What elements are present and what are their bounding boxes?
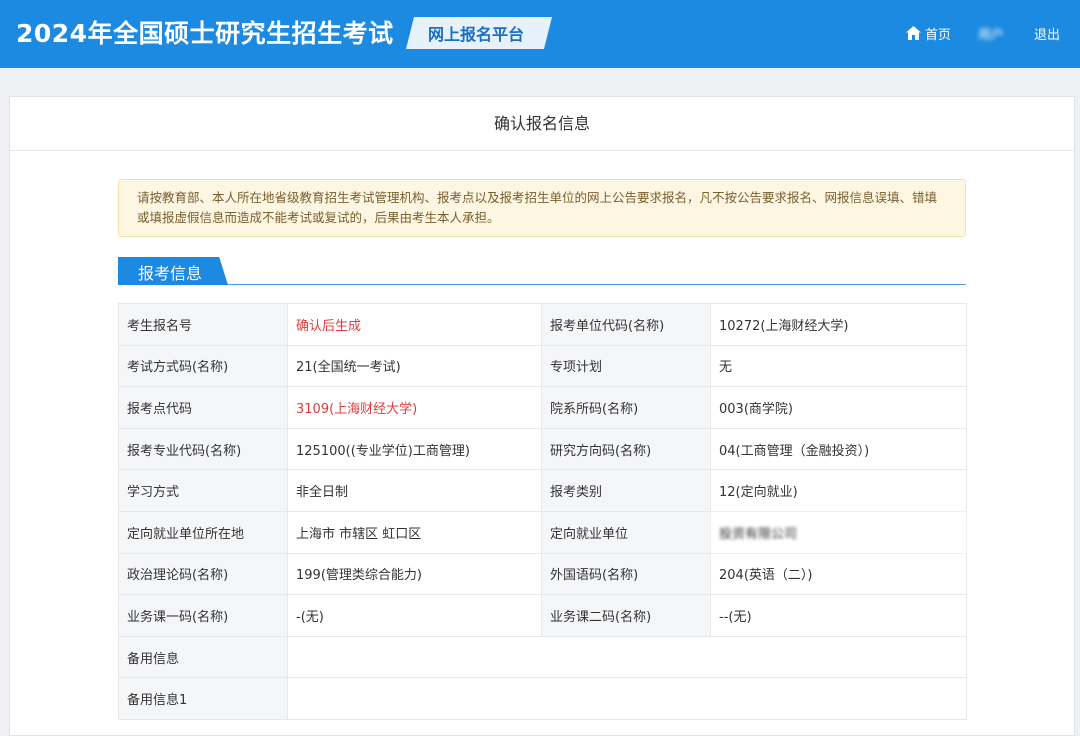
field-label: 报考类别 <box>541 469 711 512</box>
top-bar: 2024年全国硕士研究生招生考试 网上报名平台 首页 用户 退出 <box>0 0 1080 68</box>
table-row: 考试方式码(名称) 21(全国统一考试) 专项计划无 <box>118 344 967 388</box>
field-value: 204(英语（二）) <box>710 552 967 596</box>
field-label: 定向就业单位所在地 <box>118 510 288 554</box>
field-value: 确认后生成 <box>287 303 542 346</box>
field-value <box>287 635 967 679</box>
table-row: 定向就业单位所在地 上海市 市辖区 虹口区 定向就业单位 投资有限公司 <box>118 510 967 554</box>
field-label: 备用信息1 <box>118 677 288 720</box>
field-label: 报考点代码 <box>118 386 288 429</box>
field-value: 199(管理类综合能力) <box>287 552 542 596</box>
field-value: 125100((专业学位)工商管理) <box>287 427 542 471</box>
info-table: 考生报名号 确认后生成 报考单位代码(名称) 10272(上海财经大学) 考试方式码(名… <box>118 303 967 720</box>
field-value <box>287 677 967 720</box>
page-title: 确认报名信息 <box>10 97 1074 151</box>
field-value: 无 <box>710 344 967 388</box>
field-label: 备用信息 <box>118 635 288 679</box>
field-label: 报考单位代码(名称) <box>541 303 711 346</box>
table-row: 备用信息1 <box>118 677 967 720</box>
table-row: 报考点代码 3109(上海财经大学) 院系所码(名称) 003(商学院) <box>118 386 967 429</box>
user-label: 用户 <box>978 28 1005 43</box>
field-label: 专项计划 <box>541 344 711 388</box>
field-label: 报考专业代码(名称) <box>118 427 288 471</box>
platform-label: 网上报名平台 <box>428 25 525 44</box>
field-label: 政治理论码(名称) <box>118 552 288 596</box>
table-row: 报考专业代码(名称) 125100((专业学位)工商管理) 研究方向码(名称) 04(… <box>118 427 967 471</box>
home-icon <box>906 26 921 40</box>
table-row: 学习方式 非全日制 报考类别 12(定向就业) <box>118 469 967 512</box>
field-value: 非全日制 <box>287 469 542 512</box>
field-label: 业务课一码(名称) <box>118 594 288 637</box>
home-label: 首页 <box>925 27 952 43</box>
field-value: -(无) <box>287 594 542 637</box>
field-label: 考生报名号 <box>118 303 288 346</box>
field-value: 投资有限公司 <box>710 510 967 554</box>
field-label: 外国语码(名称) <box>541 552 711 596</box>
table-row: 政治理论码(名称) 199(管理类综合能力) 外国语码(名称) 204(英语（二）) <box>118 552 967 596</box>
user-menu[interactable]: 用户 <box>978 24 1010 43</box>
section-title: 报考信息 <box>138 264 203 283</box>
field-label: 学习方式 <box>118 469 288 512</box>
field-value: --(无) <box>710 594 967 637</box>
field-label: 业务课二码(名称) <box>541 594 711 637</box>
field-label: 院系所码(名称) <box>541 386 711 429</box>
field-value: 21(全国统一考试) <box>287 344 542 388</box>
confirm-card: 确认报名信息 请按教育部、本人所在地省级教育招生考试管理机构、报考点以及报考招生… <box>9 96 1075 736</box>
section-header: 报考信息 <box>118 257 966 285</box>
field-value: 04(工商管理（金融投资）) <box>710 427 967 471</box>
field-label: 考试方式码(名称) <box>118 344 288 388</box>
table-row: 备用信息 <box>118 635 967 679</box>
field-value: 上海市 市辖区 虹口区 <box>287 510 542 554</box>
field-label: 定向就业单位 <box>541 510 711 554</box>
logout-link[interactable]: 退出 <box>1034 24 1060 43</box>
field-value: 3109(上海财经大学) <box>287 386 542 429</box>
table-row: 考生报名号 确认后生成 报考单位代码(名称) 10272(上海财经大学) <box>118 303 967 346</box>
home-link[interactable]: 首页 <box>906 24 952 43</box>
table-row: 业务课一码(名称) -(无) 业务课二码(名称) --(无) <box>118 594 967 637</box>
site-title: 2024年全国硕士研究生招生考试 <box>16 19 394 48</box>
field-label: 研究方向码(名称) <box>541 427 711 471</box>
notice-box: 请按教育部、本人所在地省级教育招生考试管理机构、报考点以及报考招生单位的网上公告… <box>118 179 966 237</box>
field-value: 12(定向就业) <box>710 469 967 512</box>
field-value: 10272(上海财经大学) <box>710 303 967 346</box>
field-value: 003(商学院) <box>710 386 967 429</box>
